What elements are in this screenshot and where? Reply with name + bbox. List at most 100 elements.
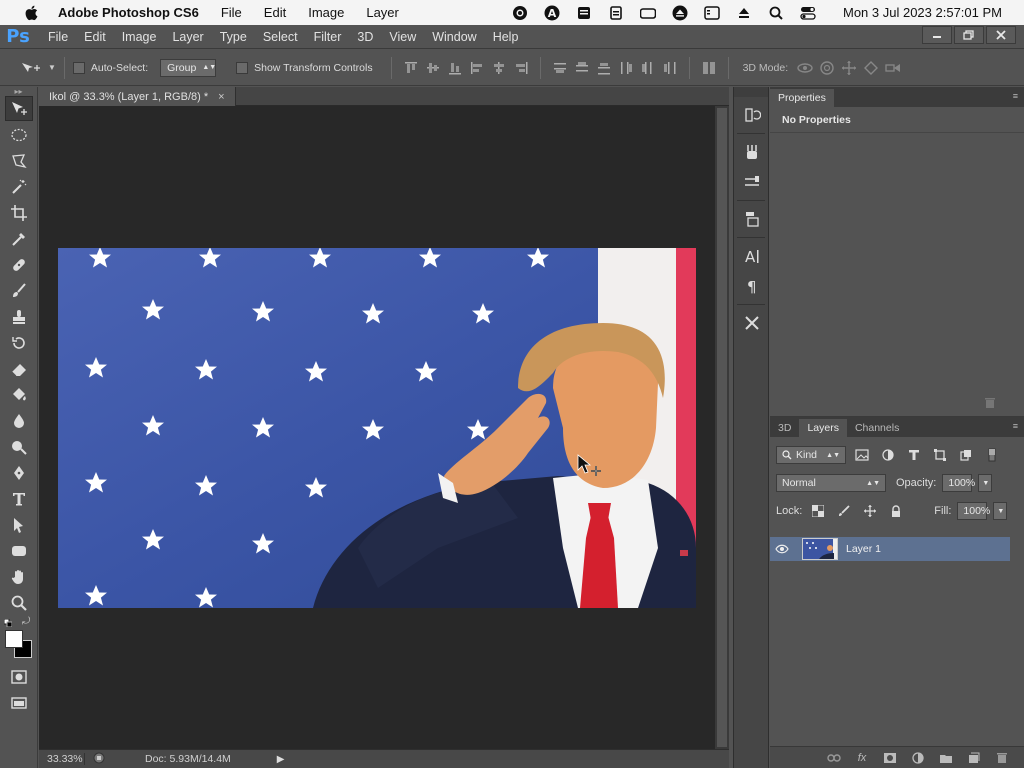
control-center-icon[interactable] — [799, 4, 817, 22]
layer-name[interactable]: Layer 1 — [846, 543, 881, 555]
3d-rotate-icon[interactable] — [794, 58, 816, 78]
adjustment-layer-filter-icon[interactable] — [878, 445, 898, 465]
smart-object-filter-icon[interactable] — [956, 445, 976, 465]
restore-button[interactable] — [954, 26, 984, 44]
zoom-tool[interactable] — [5, 590, 33, 615]
mac-menu-image[interactable]: Image — [308, 5, 344, 20]
clone-stamp-tool[interactable] — [5, 304, 33, 329]
distribute-left-icon[interactable] — [615, 58, 637, 78]
align-hcenter-icon[interactable] — [488, 58, 510, 78]
layer-filter-kind[interactable]: Kind ▲▼ — [776, 446, 846, 464]
fill-input[interactable]: 100% — [957, 502, 990, 520]
tab-channels[interactable]: Channels — [847, 419, 907, 437]
brush-tool[interactable] — [5, 278, 33, 303]
record-icon[interactable] — [511, 4, 529, 22]
path-selection-tool[interactable] — [5, 512, 33, 537]
zoom-level[interactable]: 33.33% — [39, 753, 85, 765]
eraser-tool[interactable] — [5, 356, 33, 381]
auto-align-icon[interactable] — [698, 58, 720, 78]
new-layer-icon[interactable] — [966, 750, 982, 766]
distribute-right-icon[interactable] — [659, 58, 681, 78]
opacity-slider-toggle-icon[interactable]: ▼ — [978, 474, 993, 492]
clipboard-icon[interactable] — [607, 4, 625, 22]
menu-layer[interactable]: Layer — [164, 30, 211, 44]
menu-filter[interactable]: Filter — [306, 30, 350, 44]
close-tab-icon[interactable]: × — [218, 91, 224, 103]
eject-circle-icon[interactable] — [671, 4, 689, 22]
notes-icon[interactable] — [575, 4, 593, 22]
3d-pan-icon[interactable] — [838, 58, 860, 78]
canvas-vertical-scrollbar[interactable] — [715, 106, 729, 749]
menu-window[interactable]: Window — [424, 30, 484, 44]
swap-colors-icon[interactable]: ⤾ — [22, 616, 30, 627]
align-bottom-icon[interactable] — [444, 58, 466, 78]
blend-mode-dropdown[interactable]: Normal ▲▼ — [776, 474, 886, 492]
shape-tool[interactable] — [5, 538, 33, 563]
spotlight-search-icon[interactable] — [767, 4, 785, 22]
menu-help[interactable]: Help — [485, 30, 527, 44]
foreground-color-swatch[interactable] — [5, 630, 23, 648]
type-layer-filter-icon[interactable] — [904, 445, 924, 465]
align-right-icon[interactable] — [510, 58, 532, 78]
panel-grip[interactable]: ▸▸ — [0, 87, 37, 96]
lock-image-icon[interactable] — [834, 501, 854, 521]
delete-layer-icon[interactable] — [994, 750, 1010, 766]
menu-select[interactable]: Select — [255, 30, 306, 44]
type-tool[interactable] — [5, 486, 33, 511]
app-name[interactable]: Adobe Photoshop CS6 — [58, 5, 199, 20]
document-image[interactable] — [58, 248, 696, 608]
filter-toggle-icon[interactable] — [982, 445, 1002, 465]
layer-row[interactable]: Layer 1 — [770, 537, 1010, 561]
character-panel-button[interactable]: A — [739, 244, 765, 268]
lock-position-icon[interactable] — [860, 501, 880, 521]
close-window-button[interactable] — [986, 26, 1016, 44]
show-transform-checkbox[interactable] — [236, 61, 249, 74]
scrollbar-thumb[interactable] — [717, 108, 727, 747]
dock-grip[interactable] — [734, 87, 768, 97]
auto-select-dropdown[interactable]: Group ▲▼ — [160, 58, 216, 77]
paragraph-panel-button[interactable]: ¶ — [739, 274, 765, 298]
menu-image[interactable]: Image — [114, 30, 165, 44]
blur-tool[interactable] — [5, 408, 33, 433]
distribute-hcenter-icon[interactable] — [637, 58, 659, 78]
auto-select-checkbox[interactable] — [72, 61, 85, 74]
menu-edit[interactable]: Edit — [76, 30, 114, 44]
new-group-icon[interactable] — [938, 750, 954, 766]
distribute-bottom-icon[interactable] — [593, 58, 615, 78]
pixel-layer-filter-icon[interactable] — [852, 445, 872, 465]
tool-presets-button[interactable] — [739, 311, 765, 335]
gamepad-icon[interactable] — [639, 4, 657, 22]
menu-view[interactable]: View — [381, 30, 424, 44]
tab-3d[interactable]: 3D — [770, 419, 799, 437]
lock-all-icon[interactable] — [886, 501, 906, 521]
history-panel-button[interactable] — [739, 103, 765, 127]
brush-panel-button[interactable] — [739, 170, 765, 194]
panel-menu-icon[interactable]: ≡ — [1013, 91, 1018, 101]
quick-mask-button[interactable] — [5, 664, 33, 689]
menu-bar-clock[interactable]: Mon 3 Jul 2023 2:57:01 PM — [843, 5, 1002, 20]
apple-icon[interactable] — [20, 2, 42, 24]
mac-menu-file[interactable]: File — [221, 5, 242, 20]
3d-slide-icon[interactable] — [860, 58, 882, 78]
crop-tool[interactable] — [5, 200, 33, 225]
lasso-tool[interactable] — [5, 148, 33, 173]
status-info-icon[interactable] — [93, 752, 105, 767]
add-mask-icon[interactable] — [882, 750, 898, 766]
status-menu-arrow-icon[interactable]: ▶ — [277, 754, 285, 765]
link-layers-icon[interactable] — [826, 750, 842, 766]
eyedropper-tool[interactable] — [5, 226, 33, 251]
menu-type[interactable]: Type — [212, 30, 255, 44]
opacity-input[interactable]: 100% — [942, 474, 975, 492]
quick-select-tool[interactable] — [5, 174, 33, 199]
healing-brush-tool[interactable] — [5, 252, 33, 277]
marquee-tool[interactable] — [5, 122, 33, 147]
pen-tool[interactable] — [5, 460, 33, 485]
eject-icon[interactable] — [735, 4, 753, 22]
menu-file[interactable]: File — [40, 30, 76, 44]
window-list-icon[interactable] — [703, 4, 721, 22]
brush-presets-button[interactable] — [739, 140, 765, 164]
shape-layer-filter-icon[interactable] — [930, 445, 950, 465]
tool-preset-picker[interactable]: ▼ — [20, 60, 56, 76]
trash-icon[interactable] — [984, 397, 996, 412]
default-colors-icon[interactable] — [3, 618, 13, 628]
